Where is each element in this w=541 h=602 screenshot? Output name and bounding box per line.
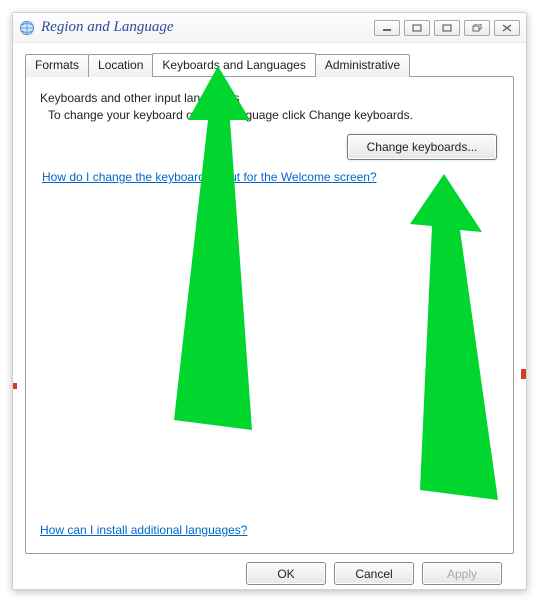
window-title: Region and Language bbox=[41, 19, 374, 36]
section-body: To change your keyboard or input languag… bbox=[48, 108, 499, 122]
apply-button[interactable]: Apply bbox=[422, 562, 502, 585]
restore2-button[interactable] bbox=[464, 20, 490, 36]
ok-button[interactable]: OK bbox=[246, 562, 326, 585]
tabstrip: Formats Location Keyboards and Languages… bbox=[25, 53, 514, 76]
maximize-button[interactable] bbox=[434, 20, 460, 36]
titlebar: Region and Language bbox=[13, 13, 526, 43]
section-heading: Keyboards and other input languages bbox=[40, 91, 499, 105]
globe-icon bbox=[19, 20, 35, 36]
window-controls bbox=[374, 20, 520, 36]
tab-keyboards-languages[interactable]: Keyboards and Languages bbox=[152, 53, 315, 76]
minimize-button[interactable] bbox=[374, 20, 400, 36]
dialog-window: Region and Language Formats Location Key… bbox=[12, 12, 527, 590]
change-keyboards-button[interactable]: Change keyboards... bbox=[347, 134, 497, 160]
help-link-install-languages[interactable]: How can I install additional languages? bbox=[40, 523, 247, 537]
decorative-mark bbox=[521, 369, 526, 379]
decorative-mark bbox=[13, 383, 17, 389]
tab-administrative[interactable]: Administrative bbox=[315, 54, 410, 77]
restore-button[interactable] bbox=[404, 20, 430, 36]
tab-formats[interactable]: Formats bbox=[25, 54, 89, 77]
help-link-welcome-screen[interactable]: How do I change the keyboard layout for … bbox=[42, 170, 377, 184]
close-button[interactable] bbox=[494, 20, 520, 36]
button-bar: OK Cancel Apply bbox=[25, 554, 514, 587]
tab-panel: Keyboards and other input languages To c… bbox=[25, 76, 514, 554]
cancel-button[interactable]: Cancel bbox=[334, 562, 414, 585]
tab-location[interactable]: Location bbox=[88, 54, 153, 77]
content-area: Formats Location Keyboards and Languages… bbox=[13, 43, 526, 595]
